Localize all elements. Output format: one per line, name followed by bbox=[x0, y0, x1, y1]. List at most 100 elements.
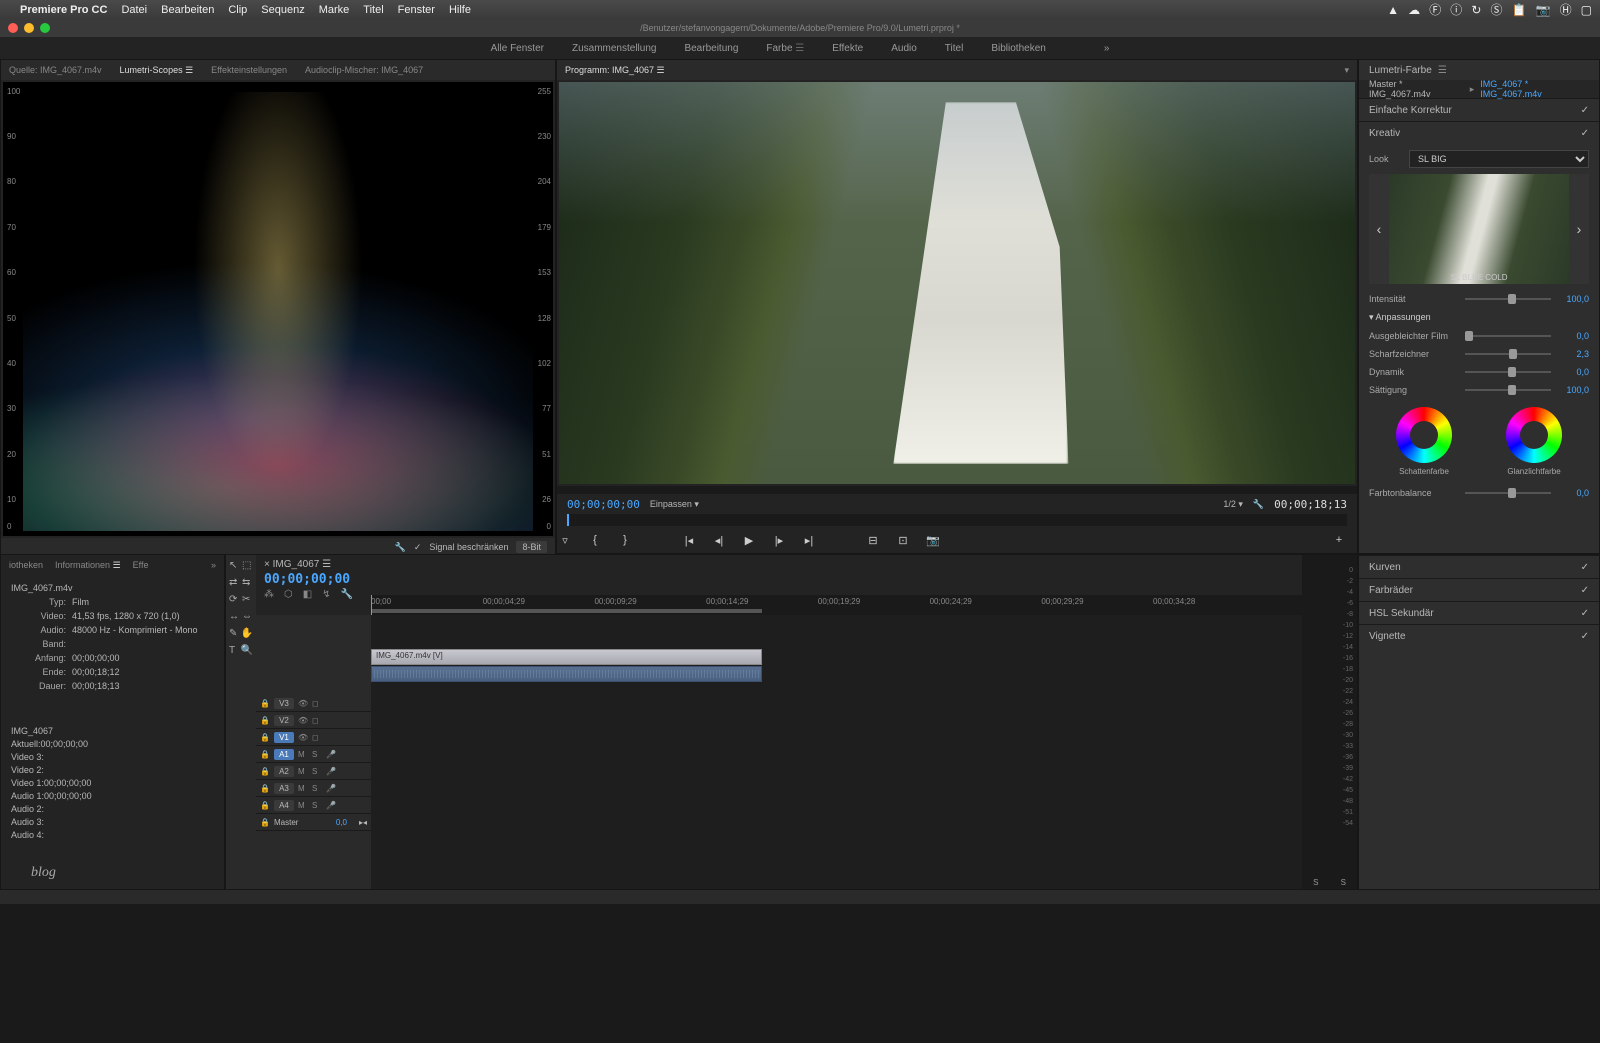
section-creative[interactable]: Kreativ✓ bbox=[1359, 122, 1599, 144]
clipboard-icon[interactable]: 📋 bbox=[1512, 3, 1527, 17]
selection-tool-icon[interactable]: ↖ bbox=[229, 560, 240, 573]
vibrance-value[interactable]: 0,0 bbox=[1557, 367, 1589, 377]
tab-informationen[interactable]: Informationen ☰ bbox=[55, 560, 121, 571]
slide-tool-icon[interactable]: ⇔ bbox=[242, 611, 253, 624]
solo-right[interactable]: S bbox=[1341, 878, 1346, 887]
track-a1[interactable]: 🔒A1MS🎤 bbox=[256, 746, 371, 763]
menu-marke[interactable]: Marke bbox=[319, 4, 350, 16]
faded-value[interactable]: 0,0 bbox=[1557, 331, 1589, 341]
goto-in-icon[interactable]: |◂ bbox=[681, 532, 697, 548]
track-a2[interactable]: 🔒A2MS🎤 bbox=[256, 763, 371, 780]
clip-link[interactable]: IMG_4067 * IMG_4067.m4v bbox=[1480, 79, 1589, 99]
sharpen-slider[interactable] bbox=[1465, 353, 1551, 355]
step-back-icon[interactable]: ◂| bbox=[711, 532, 727, 548]
saturation-slider[interactable] bbox=[1465, 389, 1551, 391]
adjustments-toggle[interactable]: ▾ Anpassungen bbox=[1369, 308, 1589, 327]
overflow-icon[interactable]: » bbox=[211, 560, 216, 570]
solo-left[interactable]: S bbox=[1313, 878, 1318, 887]
timeline-playhead[interactable] bbox=[371, 595, 372, 615]
zoom-window[interactable] bbox=[40, 23, 50, 33]
minimize-window[interactable] bbox=[24, 23, 34, 33]
menu-hilfe[interactable]: Hilfe bbox=[449, 4, 471, 16]
ws-overflow[interactable]: » bbox=[1104, 43, 1110, 54]
ripple-tool-icon[interactable]: ⇄ bbox=[229, 577, 240, 590]
play-icon[interactable]: ▶ bbox=[741, 532, 757, 548]
check-icon[interactable]: ✓ bbox=[1581, 128, 1589, 139]
tab-bibliotheken[interactable]: iotheken bbox=[9, 560, 43, 570]
razor-tool-icon[interactable]: ✂ bbox=[242, 594, 253, 607]
close-window[interactable] bbox=[8, 23, 18, 33]
tab-audioclip-mischer[interactable]: Audioclip-Mischer: IMG_4067 bbox=[305, 65, 423, 75]
cloud-icon[interactable]: ☁ bbox=[1408, 3, 1420, 17]
wrench-icon[interactable]: 🔧 bbox=[395, 542, 406, 553]
wrench-icon[interactable]: 🔧 bbox=[341, 589, 353, 600]
slip-tool-icon[interactable]: ↔ bbox=[229, 611, 240, 624]
tab-programm[interactable]: Programm: IMG_4067 ☰ bbox=[565, 65, 665, 76]
track-master[interactable]: 🔒Master0,0▸◂ bbox=[256, 814, 371, 831]
track-a4[interactable]: 🔒A4MS🎤 bbox=[256, 797, 371, 814]
timeline-tc[interactable]: 00;00;00;00 bbox=[264, 572, 1294, 587]
section-vignette[interactable]: Vignette✓ bbox=[1359, 625, 1599, 647]
tint-balance-value[interactable]: 0,0 bbox=[1557, 488, 1589, 498]
lift-icon[interactable]: ⊟ bbox=[865, 532, 881, 548]
audio-clip[interactable] bbox=[371, 666, 762, 682]
panel-menu-icon[interactable]: ▾ bbox=[1344, 65, 1349, 76]
menu-datei[interactable]: Datei bbox=[121, 4, 147, 16]
fit-dropdown[interactable]: Einpassen ▾ bbox=[650, 499, 699, 510]
panel-menu-icon[interactable]: ☰ bbox=[1438, 65, 1447, 76]
section-wheels[interactable]: Farbräder✓ bbox=[1359, 579, 1599, 601]
signal-clamp-check[interactable]: ✓ bbox=[414, 542, 422, 553]
next-look-icon[interactable]: › bbox=[1569, 221, 1589, 237]
bit-depth-button[interactable]: 8-Bit bbox=[516, 541, 547, 553]
out-point-icon[interactable]: } bbox=[617, 532, 633, 548]
marker-icon[interactable]: ▿ bbox=[557, 532, 573, 548]
extract-icon[interactable]: ⊡ bbox=[895, 532, 911, 548]
add-button-icon[interactable]: + bbox=[1331, 532, 1347, 548]
ws-zusammenstellung[interactable]: Zusammenstellung bbox=[572, 43, 656, 54]
tint-balance-slider[interactable] bbox=[1465, 492, 1551, 494]
in-point-icon[interactable]: { bbox=[587, 532, 603, 548]
track-content[interactable]: IMG_4067.m4v [V] bbox=[371, 615, 1302, 889]
zoom-tool-icon[interactable]: 🔍 bbox=[241, 645, 253, 658]
ws-bearbeitung[interactable]: Bearbeitung bbox=[684, 43, 738, 54]
tab-effekteinstellungen[interactable]: Effekteinstellungen bbox=[211, 65, 287, 75]
goto-out-icon[interactable]: ▸| bbox=[801, 532, 817, 548]
tab-quelle[interactable]: Quelle: IMG_4067.m4v bbox=[9, 65, 102, 75]
ws-audio[interactable]: Audio bbox=[891, 43, 917, 54]
hand-tool-icon[interactable]: ✋ bbox=[241, 628, 253, 641]
video-clip[interactable]: IMG_4067.m4v [V] bbox=[371, 649, 762, 665]
zoom-dropdown[interactable]: 1/2 ▾ bbox=[1223, 499, 1243, 510]
timeline-ruler[interactable]: 00;00 00;00;04;29 00;00;09;29 00;00;14;2… bbox=[371, 595, 1302, 615]
faded-slider[interactable] bbox=[1465, 335, 1551, 337]
menu-bearbeiten[interactable]: Bearbeiten bbox=[161, 4, 214, 16]
shadow-tint-wheel[interactable]: Schattenfarbe bbox=[1396, 407, 1452, 476]
look-dropdown[interactable]: SL BIG bbox=[1409, 150, 1589, 168]
track-v1[interactable]: 🔒V1👁◻ bbox=[256, 729, 371, 746]
prev-look-icon[interactable]: ‹ bbox=[1369, 221, 1389, 237]
ws-bibliotheken[interactable]: Bibliotheken bbox=[991, 43, 1045, 54]
marker-icon[interactable]: ◧ bbox=[303, 589, 312, 600]
step-fwd-icon[interactable]: |▸ bbox=[771, 532, 787, 548]
track-v2[interactable]: 🔒V2👁◻ bbox=[256, 712, 371, 729]
linked-icon[interactable]: ⬡ bbox=[284, 589, 293, 600]
check-icon[interactable]: ✓ bbox=[1581, 608, 1589, 619]
sequence-tab[interactable]: × IMG_4067 ☰ bbox=[264, 559, 1294, 570]
f-icon[interactable]: Ⓕ bbox=[1429, 3, 1441, 17]
menu-fenster[interactable]: Fenster bbox=[398, 4, 435, 16]
saturation-value[interactable]: 100,0 bbox=[1557, 385, 1589, 395]
check-icon[interactable]: ✓ bbox=[1581, 631, 1589, 642]
ws-effekte[interactable]: Effekte bbox=[832, 43, 863, 54]
h-icon[interactable]: Ⓗ bbox=[1560, 3, 1572, 17]
type-tool-icon[interactable]: T bbox=[229, 645, 239, 658]
snap-icon[interactable]: ⁂ bbox=[264, 589, 274, 600]
track-v3[interactable]: 🔒V3👁◻ bbox=[256, 695, 371, 712]
rate-tool-icon[interactable]: ⟳ bbox=[229, 594, 240, 607]
track-select-tool-icon[interactable]: ⬚ bbox=[242, 560, 253, 573]
cc-icon[interactable]: ▲ bbox=[1387, 3, 1399, 17]
program-tc-in[interactable]: 00;00;00;00 bbox=[567, 498, 640, 511]
ws-titel[interactable]: Titel bbox=[945, 43, 964, 54]
program-display[interactable] bbox=[559, 82, 1355, 484]
section-curves[interactable]: Kurven✓ bbox=[1359, 556, 1599, 578]
sharpen-value[interactable]: 2,3 bbox=[1557, 349, 1589, 359]
check-icon[interactable]: ✓ bbox=[1581, 585, 1589, 596]
